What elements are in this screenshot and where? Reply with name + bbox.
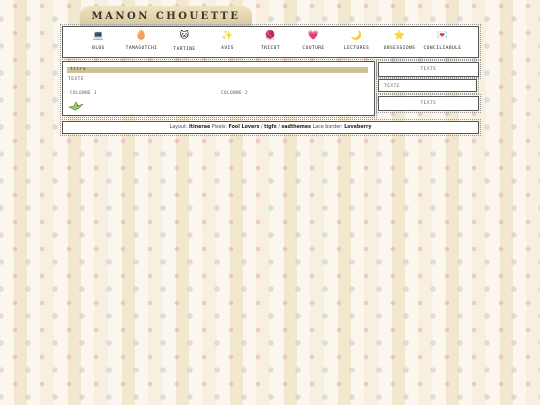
nav-item-tricot[interactable]: 🧶 TRICOT bbox=[252, 27, 289, 57]
nav-label: TARTINE bbox=[173, 47, 196, 52]
footer-separator: / bbox=[261, 125, 263, 130]
nav-label: TAMAGOTCHI bbox=[125, 46, 158, 51]
yarn-icon: 🧶 bbox=[264, 31, 277, 41]
star-icon: ⭐ bbox=[393, 31, 406, 41]
moon-icon: 🌙 bbox=[350, 31, 363, 41]
site-title[interactable]: MANON CHOUETTE bbox=[80, 6, 252, 27]
footer-separator: / bbox=[278, 125, 280, 130]
nav-item-avis[interactable]: ✨ AVIS bbox=[209, 27, 246, 57]
footer-layout-link[interactable]: Itinerae bbox=[189, 125, 210, 130]
navigation-bar: 💻 BLOG 🥚 TAMAGOTCHI 🐱 TARTINE ✨ AVIS 🧶 T… bbox=[60, 24, 481, 60]
nav-label: TRICOT bbox=[261, 46, 280, 51]
post-title: titre bbox=[67, 67, 368, 73]
nav-label: OBSESSIONS bbox=[383, 46, 416, 51]
footer-credits: Layout: Itinerae Pixels: Fool Lovers / t… bbox=[60, 119, 481, 136]
sparkle-icon: ✨ bbox=[221, 31, 234, 41]
nav-item-obsessions[interactable]: ⭐ OBSESSIONS bbox=[381, 27, 418, 57]
nav-label: BLOG bbox=[92, 46, 105, 51]
footer-lace-link[interactable]: Loveberry bbox=[344, 125, 371, 130]
nav-item-lectures[interactable]: 🌙 LECTURES bbox=[338, 27, 375, 57]
tamagotchi-icon: 🥚 bbox=[135, 31, 148, 41]
sidebar-box-2: TEXTE bbox=[376, 77, 479, 94]
column-2-label: COLONNE 2 bbox=[221, 90, 249, 95]
footer-pixels-label: Pixels: bbox=[211, 125, 227, 130]
nav-label: LECTURES bbox=[343, 46, 370, 51]
footer-pixels-link-2[interactable]: tigfx bbox=[264, 125, 277, 130]
nav-label: COUTURE bbox=[302, 46, 325, 51]
nav-label: AVIS bbox=[221, 46, 234, 51]
computer-icon: 💻 bbox=[92, 31, 105, 41]
footer-lace-label: Lace border: bbox=[312, 125, 343, 130]
sidebar-box-1: TEXTE bbox=[376, 60, 481, 79]
nav-item-blog[interactable]: 💻 BLOG bbox=[80, 27, 117, 57]
nav-item-tamagotchi[interactable]: 🥚 TAMAGOTCHI bbox=[123, 27, 160, 57]
cat-icon: 🐱 bbox=[179, 31, 190, 41]
nav-item-couture[interactable]: 💗 COUTURE bbox=[295, 27, 332, 57]
column-1-label: COLONNE 1 bbox=[70, 90, 98, 95]
heart-icon: 💗 bbox=[307, 31, 320, 41]
footer-pixels-link-3[interactable]: sadthemes bbox=[281, 125, 311, 130]
post-text: TEXTE bbox=[68, 77, 85, 82]
footer-layout-label: Layout: bbox=[169, 125, 188, 130]
nav-item-conciliabule[interactable]: 💌 CONCILIABULE bbox=[423, 27, 462, 57]
main-content-box: titre TEXTE COLONNE 1 COLONNE 2 bbox=[60, 59, 377, 118]
bird-icon bbox=[68, 101, 84, 111]
envelope-icon: 💌 bbox=[436, 31, 449, 41]
nav-item-tartine[interactable]: 🐱 TARTINE bbox=[166, 27, 203, 57]
sidebar-box-3: TEXTE bbox=[376, 94, 481, 113]
nav-label: CONCILIABULE bbox=[423, 46, 462, 51]
footer-pixels-link-1[interactable]: Fool Lovers bbox=[229, 125, 260, 130]
